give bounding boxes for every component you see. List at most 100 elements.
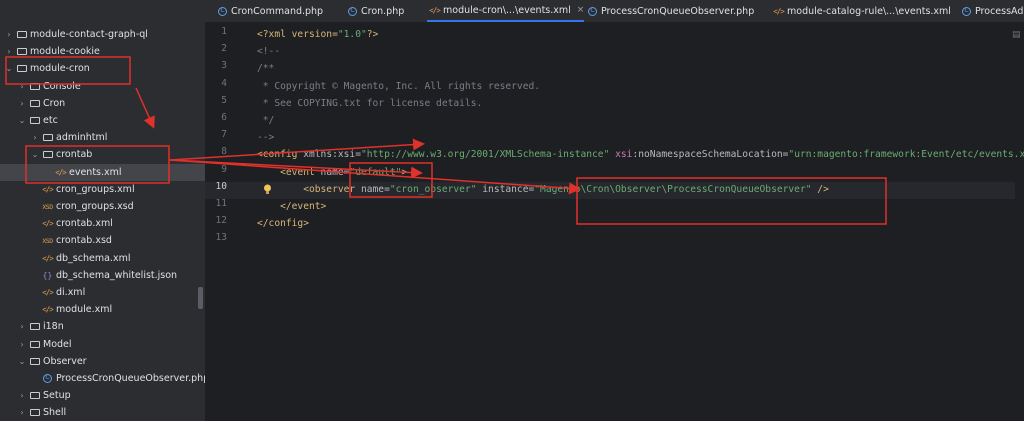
tree-item-label: db_schema.xml <box>56 252 131 264</box>
php-class-icon: C <box>347 6 358 17</box>
line-number: 3 <box>221 60 227 72</box>
tree-item-cron[interactable]: › Cron <box>0 95 205 112</box>
json-file-icon: {} <box>42 270 53 280</box>
tree-item-crontab[interactable]: ⌄ crontab <box>0 146 205 163</box>
xml-file-icon: </> <box>55 167 67 177</box>
tree-item-console[interactable]: › Console <box>0 78 205 95</box>
code-token: * Copyright © Magento, Inc. All rights r… <box>257 80 541 92</box>
tree-item-label: Model <box>43 338 72 350</box>
chevron-right-icon[interactable]: › <box>17 99 27 108</box>
editor-tab-bar: C CronCommand.php C Cron.php </> module-cron\… <box>205 0 1024 23</box>
tab-1[interactable]: C CronCommand.php <box>215 0 323 22</box>
tab-5[interactable]: </> module-catalog-rule\...\events.xml <box>771 0 951 22</box>
tree-item-processcronqueueobserver-php[interactable]: C ProcessCronQueueObserver.php <box>0 370 205 387</box>
folder-icon <box>29 115 40 126</box>
tree-item-label: Setup <box>43 390 71 402</box>
xml-file-icon: </> <box>42 219 54 229</box>
tab-2[interactable]: C Cron.php <box>345 0 404 22</box>
chevron-down-icon[interactable]: ⌄ <box>30 150 40 159</box>
code-editor[interactable]: <?xml version="1.0"?> <!-- /** * Copyright… <box>257 22 1024 421</box>
folder-icon <box>16 29 27 40</box>
tab-6[interactable]: CProcessAdm <box>959 0 1024 22</box>
chevron-down-icon[interactable]: ⌄ <box>4 64 14 73</box>
code-token: "1.0" <box>337 29 367 40</box>
code-token: /> <box>811 183 829 195</box>
chevron-down-icon[interactable]: ⌄ <box>17 357 27 366</box>
tree-item-db-schema-xml[interactable]: </> db_schema.xml <box>0 250 205 267</box>
tree-item-crontab-xml[interactable]: </> crontab.xml <box>0 215 205 232</box>
tree-item-cron-groups-xml[interactable]: </> cron_groups.xml <box>0 181 205 198</box>
code-token: name= <box>360 183 390 195</box>
code-token: > <box>401 166 408 178</box>
tab-3[interactable]: </> module-cron\...\events.xml × <box>427 0 585 22</box>
tab-label: CronCommand.php <box>231 5 324 17</box>
tree-item-shell[interactable]: › Shell <box>0 404 205 421</box>
line-number: 4 <box>221 77 227 89</box>
tree-item-model[interactable]: › Model <box>0 336 205 353</box>
chevron-right-icon[interactable]: › <box>17 322 27 331</box>
php-class-icon: C <box>217 6 228 17</box>
chevron-right-icon[interactable]: › <box>4 30 14 39</box>
code-token: :noNamespaceSchemaLocation= <box>632 149 789 161</box>
tree-item-observer[interactable]: ⌄ Observer <box>0 353 205 370</box>
tree-item-label: db_schema_whitelist.json <box>56 269 178 281</box>
tree-item-label: Cron <box>43 97 66 109</box>
folder-icon <box>16 63 27 74</box>
tree-item-cron-groups-xsd[interactable]: XSD cron_groups.xsd <box>0 198 205 215</box>
editor-settings-icon[interactable]: ▤ <box>1012 30 1021 40</box>
tree-item-di-xml[interactable]: </> di.xml <box>0 284 205 301</box>
tree-item-module-cron[interactable]: ⌄ module-cron <box>0 60 205 77</box>
close-icon[interactable]: × <box>577 5 585 15</box>
tree-item-module-contact-graph-ql[interactable]: › module-contact-graph-ql <box>0 26 205 43</box>
line-number: 7 <box>221 129 227 141</box>
tree-item-label: crontab <box>56 149 93 161</box>
code-line: /** <box>257 60 274 77</box>
code-token: </event> <box>257 201 327 212</box>
code-line: <!-- <box>257 43 280 60</box>
tree-item-crontab-xsd[interactable]: XSD crontab.xsd <box>0 232 205 249</box>
tree-item-label: module-cron <box>30 63 90 75</box>
tab-label: ProcessAdm <box>975 5 1024 17</box>
code-token: "urn:magento:framework:Event/etc/events.… <box>788 149 1024 161</box>
folder-icon <box>29 98 40 109</box>
folder-icon <box>29 407 40 418</box>
xml-file-icon: </> <box>42 305 54 315</box>
chevron-right-icon[interactable]: › <box>17 340 27 349</box>
folder-icon <box>29 390 40 401</box>
chevron-right-icon[interactable]: › <box>17 408 27 417</box>
chevron-right-icon[interactable]: › <box>17 391 27 400</box>
tree-item-label: i18n <box>43 321 64 333</box>
folder-icon <box>42 149 53 160</box>
tree-item-setup[interactable]: › Setup <box>0 387 205 404</box>
xml-file-icon: </> <box>773 6 785 16</box>
code-token: */ <box>257 115 275 126</box>
code-token: --> <box>257 132 275 144</box>
tree-item-module-xml[interactable]: </> module.xml <box>0 301 205 318</box>
tree-item-label: module-cookie <box>30 46 100 58</box>
code-token: <observer <box>257 183 361 195</box>
line-number: 5 <box>221 94 227 106</box>
chevron-right-icon[interactable]: › <box>4 47 14 56</box>
tree-item-adminhtml[interactable]: › adminhtml <box>0 129 205 146</box>
chevron-right-icon[interactable]: › <box>30 133 40 142</box>
tree-item-label: Shell <box>43 407 67 419</box>
chevron-down-icon[interactable]: ⌄ <box>17 116 27 125</box>
tree-item-module-cookie[interactable]: › module-cookie <box>0 43 205 60</box>
line-number: 2 <box>221 43 227 55</box>
code-token: xmlns:xsi= <box>303 149 361 161</box>
tab-4[interactable]: C ProcessCronQueueObserver.php <box>585 0 754 22</box>
tree-item-db-schema-whitelist-json[interactable]: {} db_schema_whitelist.json <box>0 267 205 284</box>
chevron-right-icon[interactable]: › <box>17 82 27 91</box>
line-number: 13 <box>215 232 227 244</box>
code-line: <observer name="cron_observer" instance=… <box>257 181 829 198</box>
tree-item-events-xml[interactable]: </> events.xml <box>0 163 205 181</box>
tree-item-etc[interactable]: ⌄ etc <box>0 112 205 129</box>
code-token: <config <box>257 149 304 161</box>
code-line: * Copyright © Magento, Inc. All rights r… <box>257 78 540 95</box>
tab-label: module-cron\...\events.xml <box>443 4 571 16</box>
code-token: "default" <box>349 166 402 178</box>
tree-item-label: module-contact-graph-ql <box>30 29 148 40</box>
code-token: <!-- <box>257 46 281 58</box>
tree-item-i18n[interactable]: › i18n <box>0 318 205 335</box>
code-token: "cron_observer" <box>389 183 477 195</box>
